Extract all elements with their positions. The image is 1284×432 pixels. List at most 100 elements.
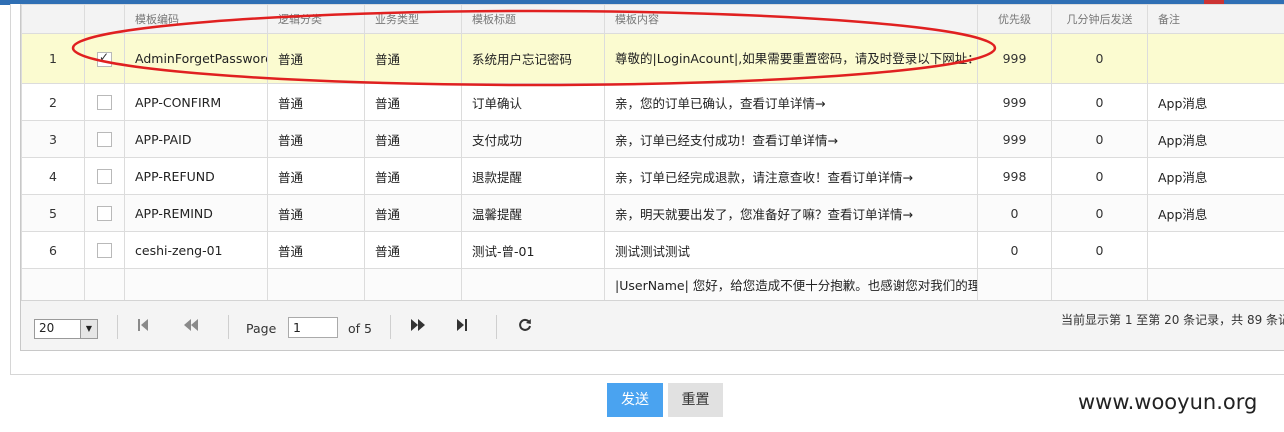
cell-title: 退款提醒: [461, 157, 605, 195]
page-size-value: 20: [39, 321, 55, 335]
cell-category: 普通: [267, 120, 365, 158]
cell-delay: 0: [1051, 120, 1148, 158]
cell-delay: 0: [1051, 83, 1148, 121]
cell-remark: App消息: [1147, 120, 1284, 158]
pager-divider: [117, 315, 118, 339]
cell-code: APP-REFUND: [124, 157, 268, 195]
cell-delay: 0: [1051, 33, 1148, 84]
cell-remark: App消息: [1147, 83, 1284, 121]
col-header-remark[interactable]: 备注: [1147, 4, 1284, 34]
checkbox-checked-icon[interactable]: [97, 50, 112, 67]
cell-priority: 999: [977, 83, 1052, 121]
table-row[interactable]: 5 APP-REMIND 普通 普通 温馨提醒 亲，明天就要出发了，您准备好了嘛…: [21, 194, 1284, 232]
col-header-code[interactable]: 模板编码: [124, 4, 268, 34]
row-number: 1: [21, 33, 85, 84]
cell-content: 亲，订单已经完成退款，请注意查收！查看订单详情→: [604, 157, 978, 195]
cell-category: 普通: [267, 194, 365, 232]
cell-delay: 0: [1051, 231, 1148, 269]
cell-content: 亲，明天就要出发了，您准备好了嘛？查看订单详情→: [604, 194, 978, 232]
row-checkbox[interactable]: [84, 157, 125, 195]
cell-priority: 999: [977, 120, 1052, 158]
col-header-delay[interactable]: 几分钟后发送: [1051, 4, 1148, 34]
cell-code: ceshi-zeng-01: [124, 231, 268, 269]
row-checkbox[interactable]: [84, 194, 125, 232]
cell-title: 支付成功: [461, 120, 605, 158]
col-header-category[interactable]: 逻辑分类: [267, 4, 365, 34]
page-label: Page: [246, 321, 277, 336]
cell-remark: [1147, 33, 1284, 84]
col-header-priority[interactable]: 优先级: [977, 4, 1052, 34]
col-header-select[interactable]: [84, 4, 125, 34]
cell-biz-type: 普通: [364, 33, 462, 84]
cell-biz-type: 普通: [364, 120, 462, 158]
row-number: 5: [21, 194, 85, 232]
cell-priority: 998: [977, 157, 1052, 195]
checkbox-icon[interactable]: [97, 169, 112, 184]
row-checkbox[interactable]: [84, 33, 125, 84]
row-checkbox[interactable]: [84, 120, 125, 158]
cell-category: 普通: [267, 33, 365, 84]
header-row: 模板编码 逻辑分类 业务类型 模板标题 模板内容 优先级 几分钟后发送 备注: [21, 4, 1284, 34]
cell-code: APP-PAID: [124, 120, 268, 158]
send-button[interactable]: 发送: [607, 383, 663, 417]
cell-biz-type: 普通: [364, 157, 462, 195]
cell-title: 系统用户忘记密码: [461, 33, 605, 84]
cell-category: 普通: [267, 231, 365, 269]
cell-content: 尊敬的|LoginAcount|,如果需要重置密码，请及时登录以下网址：|Url…: [604, 33, 978, 84]
col-header-biz-type[interactable]: 业务类型: [364, 4, 462, 34]
first-page-icon[interactable]: [133, 318, 153, 338]
row-checkbox[interactable]: [84, 83, 125, 121]
cell-remark: [1147, 231, 1284, 269]
cell-title: 温馨提醒: [461, 194, 605, 232]
col-header-number: [21, 4, 85, 34]
cell-code: AdminForgetPassword: [124, 33, 268, 84]
pager-divider: [390, 315, 391, 339]
checkbox-icon[interactable]: [97, 206, 112, 221]
row-number: 4: [21, 157, 85, 195]
col-header-title[interactable]: 模板标题: [461, 4, 605, 34]
cell-content: 亲，您的订单已确认，查看订单详情→: [604, 83, 978, 121]
cell-code: APP-REMIND: [124, 194, 268, 232]
checkbox-icon[interactable]: [97, 243, 112, 258]
table-row[interactable]: 4 APP-REFUND 普通 普通 退款提醒 亲，订单已经完成退款，请注意查收…: [21, 157, 1284, 195]
cell-remark: App消息: [1147, 194, 1284, 232]
row-number: 6: [21, 231, 85, 269]
page-count-label: of 5: [348, 321, 372, 336]
last-page-icon[interactable]: [452, 318, 472, 338]
cell-title: 订单确认: [461, 83, 605, 121]
watermark: www.wooyun.org: [1078, 390, 1258, 414]
dropdown-arrow-icon[interactable]: ▼: [80, 320, 97, 338]
cell-code: APP-CONFIRM: [124, 83, 268, 121]
col-header-content[interactable]: 模板内容: [604, 4, 978, 34]
record-info: 当前显示第 1 至第 20 条记录，共 89 条记录: [1061, 313, 1284, 327]
row-checkbox[interactable]: [84, 231, 125, 269]
checkbox-icon[interactable]: [97, 132, 112, 147]
reset-button[interactable]: 重置: [668, 383, 723, 417]
cell-delay: 0: [1051, 157, 1148, 195]
table-row[interactable]: 3 APP-PAID 普通 普通 支付成功 亲，订单已经支付成功！查看订单详情→…: [21, 120, 1284, 158]
next-page-icon[interactable]: [408, 318, 428, 338]
cell-remark: App消息: [1147, 157, 1284, 195]
table-row[interactable]: 1 AdminForgetPassword 普通 普通 系统用户忘记密码 尊敬的…: [21, 33, 1284, 84]
cell-priority: 999: [977, 33, 1052, 84]
previous-page-icon[interactable]: [181, 318, 201, 338]
checkbox-icon[interactable]: [97, 95, 112, 110]
refresh-icon[interactable]: [515, 318, 535, 338]
cell-category: 普通: [267, 157, 365, 195]
template-grid-panel: 模板编码 逻辑分类 业务类型 模板标题 模板内容 优先级 几分钟后发送 备注 1…: [20, 4, 1284, 351]
table-row[interactable]: 6 ceshi-zeng-01 普通 普通 测试-曾-01 测试测试测试 0 0: [21, 231, 1284, 269]
cell-category: 普通: [267, 83, 365, 121]
cell-priority: 0: [977, 194, 1052, 232]
current-page-input[interactable]: 1: [288, 317, 338, 338]
cell-priority: 0: [977, 231, 1052, 269]
cell-biz-type: 普通: [364, 231, 462, 269]
pager-divider: [228, 315, 229, 339]
cell-title: 测试-曾-01: [461, 231, 605, 269]
page-size-select[interactable]: 20 ▼: [34, 319, 98, 339]
table-row[interactable]: 2 APP-CONFIRM 普通 普通 订单确认 亲，您的订单已确认，查看订单详…: [21, 83, 1284, 121]
row-number: 2: [21, 83, 85, 121]
row-number: 3: [21, 120, 85, 158]
cell-content: 测试测试测试: [604, 231, 978, 269]
pagination-bar: 20 ▼ Page 1 of 5 当前显示第 1 至第 20 条记录，共 89 …: [21, 300, 1284, 350]
cell-content: 亲，订单已经支付成功！查看订单详情→: [604, 120, 978, 158]
